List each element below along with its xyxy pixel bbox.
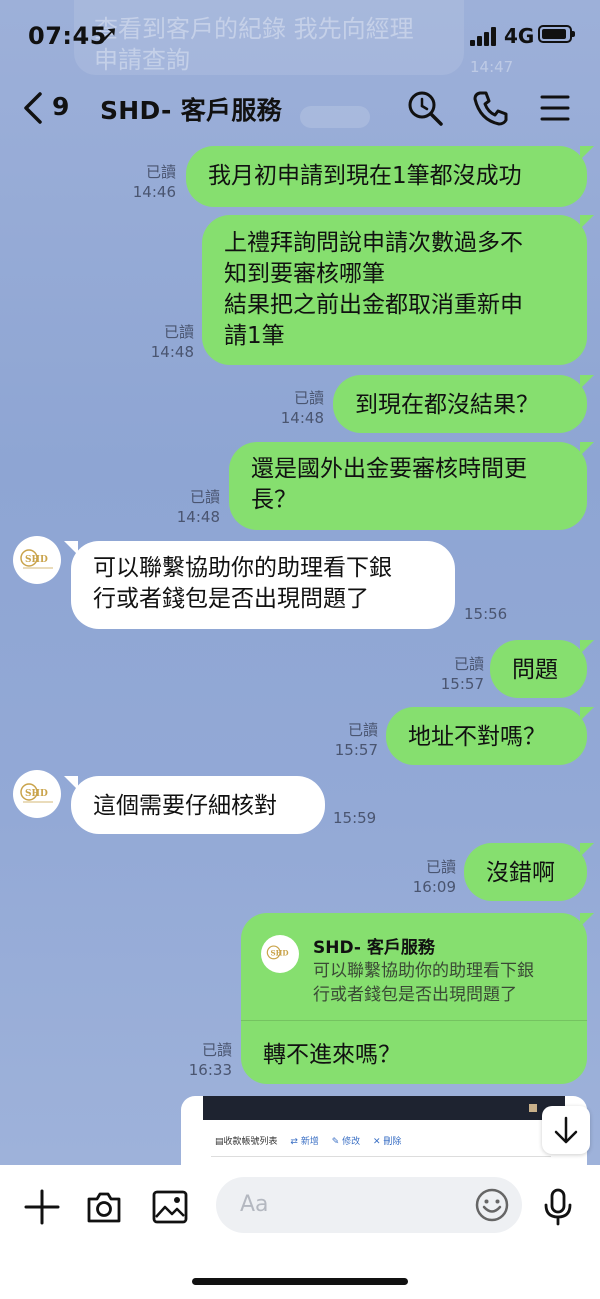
my-message-bubble[interactable]: 我月初申請到現在1筆都沒成功: [186, 146, 594, 207]
avatar[interactable]: SHD: [13, 770, 61, 818]
read-receipt: 已讀: [163, 323, 194, 341]
my-message-bubble[interactable]: 沒錯啊: [464, 843, 594, 901]
image-icon[interactable]: [150, 1187, 190, 1227]
home-indicator: [192, 1278, 408, 1285]
message-meta: 已讀 14:48: [146, 322, 194, 362]
message-text: 轉不進來嗎？: [263, 1042, 401, 1068]
message-input[interactable]: Aa: [216, 1177, 522, 1233]
message-text: 地址不對嗎？: [408, 724, 546, 750]
message-meta: 已讀 15:57: [330, 720, 378, 760]
phone-icon[interactable]: [468, 86, 512, 130]
message-text: 還是國外出金要審核時間更: [251, 456, 527, 482]
read-receipt: 已讀: [425, 858, 456, 876]
message-time: 16:33: [188, 1061, 232, 1079]
my-message-bubble[interactable]: 上禮拜詢問說申請次數過多不 知到要審核哪筆 結果把之前出金都取消重新申 請1筆: [202, 215, 594, 365]
read-receipt: 已讀: [201, 1041, 232, 1059]
message-text: 到現在都沒結果？: [355, 392, 539, 418]
message-text: 沒錯啊: [486, 860, 555, 886]
image-message[interactable]: ▤收款帳號列表 ⇄ 新增 ✎ 修改 ✕ 刪除: [181, 1096, 587, 1171]
avatar[interactable]: SHD: [13, 536, 61, 584]
screenshot-topbar: [203, 1096, 565, 1120]
message-meta: 已讀 16:33: [184, 1040, 232, 1080]
input-placeholder: Aa: [240, 1192, 269, 1217]
message-text: 結果把之前出金都取消重新申: [224, 292, 523, 318]
message-meta: 已讀 14:48: [172, 487, 220, 527]
quoted-line: 可以聯繫協助你的助理看下銀: [313, 961, 534, 981]
quoted-message[interactable]: SHD SHD- 客戶服務 可以聯繫協助你的助理看下銀 行或者錢包是否出現問題了: [241, 913, 587, 1021]
plus-icon[interactable]: [22, 1187, 62, 1227]
search-icon[interactable]: [403, 86, 447, 130]
svg-text:SHD: SHD: [25, 555, 48, 565]
read-receipt: 已讀: [347, 721, 378, 739]
shd-logo-icon: SHD: [14, 537, 60, 583]
add-link: ⇄ 新增: [290, 1137, 319, 1147]
screenshot-title: 收款帳號列表: [223, 1137, 278, 1147]
arrow-down-icon: [554, 1116, 578, 1144]
read-receipt: 已讀: [293, 389, 324, 407]
quoted-sender: SHD- 客戶服務: [313, 938, 435, 958]
my-message-bubble[interactable]: 還是國外出金要審核時間更 長？: [229, 442, 594, 530]
scroll-to-bottom-button[interactable]: [542, 1106, 590, 1154]
quoted-text: 可以聯繫協助你的助理看下銀 行或者錢包是否出現問題了: [313, 959, 534, 1007]
chat-title: SHD- 客戶服務: [100, 96, 282, 125]
read-receipt: 已讀: [453, 655, 484, 673]
shd-logo-icon: SHD: [14, 771, 60, 817]
my-message-bubble[interactable]: 到現在都沒結果？: [333, 375, 594, 433]
message-text: 上禮拜詢問說申請次數過多不: [224, 230, 523, 256]
message-time: 14:48: [150, 343, 194, 361]
unread-count[interactable]: 9: [52, 92, 69, 121]
svg-text:SHD: SHD: [25, 789, 48, 799]
network-type: 4G: [504, 24, 535, 48]
message-time: 14:48: [176, 508, 220, 526]
message-text: 這個需要仔細核對: [93, 793, 277, 819]
message-text: 知到要審核哪筆: [224, 261, 385, 287]
status-time: 07:45: [28, 22, 107, 50]
shd-logo-icon: SHD: [261, 935, 299, 973]
screenshot-toolbar: ▤收款帳號列表 ⇄ 新增 ✎ 修改 ✕ 刪除: [215, 1134, 401, 1147]
message-time: 15:57: [440, 675, 484, 693]
message-time: 14:48: [280, 409, 324, 427]
message-text: 我月初申請到現在1筆都沒成功: [208, 163, 522, 189]
message-text: 請1筆: [224, 323, 285, 349]
message-text: 問題: [512, 657, 558, 683]
svg-text:SHD: SHD: [271, 949, 289, 958]
status-bar: 07:45 ➚ 4G: [0, 0, 600, 72]
reply-message-bubble[interactable]: SHD SHD- 客戶服務 可以聯繫協助你的助理看下銀 行或者錢包是否出現問題了…: [241, 913, 594, 1084]
camera-icon[interactable]: [84, 1187, 124, 1227]
signal-icon: [470, 26, 498, 46]
message-time: 14:46: [132, 183, 176, 201]
message-text: 長？: [251, 487, 297, 513]
read-receipt: 已讀: [189, 488, 220, 506]
my-message-bubble[interactable]: 問題: [490, 640, 594, 698]
message-time: 15:57: [334, 741, 378, 759]
message-time: 16:09: [412, 878, 456, 896]
edit-link: ✎ 修改: [331, 1137, 361, 1147]
message-time: 15:59: [333, 809, 377, 827]
their-message-bubble[interactable]: 這個需要仔細核對: [64, 776, 325, 834]
battery-icon: [538, 25, 575, 43]
their-message-bubble[interactable]: 可以聯繫協助你的助理看下銀 行或者錢包是否出現問題了: [64, 541, 455, 629]
read-receipt: 已讀: [145, 163, 176, 181]
menu-icon[interactable]: [533, 86, 577, 130]
microphone-icon[interactable]: [538, 1187, 578, 1227]
chat-header: 9 SHD- 客戶服務: [0, 72, 600, 144]
message-meta: 已讀 14:48: [276, 388, 324, 428]
list-icon: ▤: [215, 1137, 224, 1147]
message-text: 行或者錢包是否出現問題了: [93, 586, 369, 612]
my-message-bubble[interactable]: 地址不對嗎？: [386, 707, 594, 765]
message-meta: 已讀 14:46: [128, 162, 176, 202]
quoted-line: 行或者錢包是否出現問題了: [313, 985, 517, 1005]
message-meta: 已讀 15:57: [436, 654, 484, 694]
message-text: 可以聯繫協助你的助理看下銀: [93, 555, 392, 581]
emoji-icon[interactable]: [474, 1187, 510, 1223]
message-time: 15:56: [464, 605, 508, 623]
quoted-avatar: SHD: [261, 935, 299, 973]
message-meta: 已讀 16:09: [408, 857, 456, 897]
location-icon: ➚: [100, 22, 119, 47]
delete-link: ✕ 刪除: [373, 1137, 402, 1147]
